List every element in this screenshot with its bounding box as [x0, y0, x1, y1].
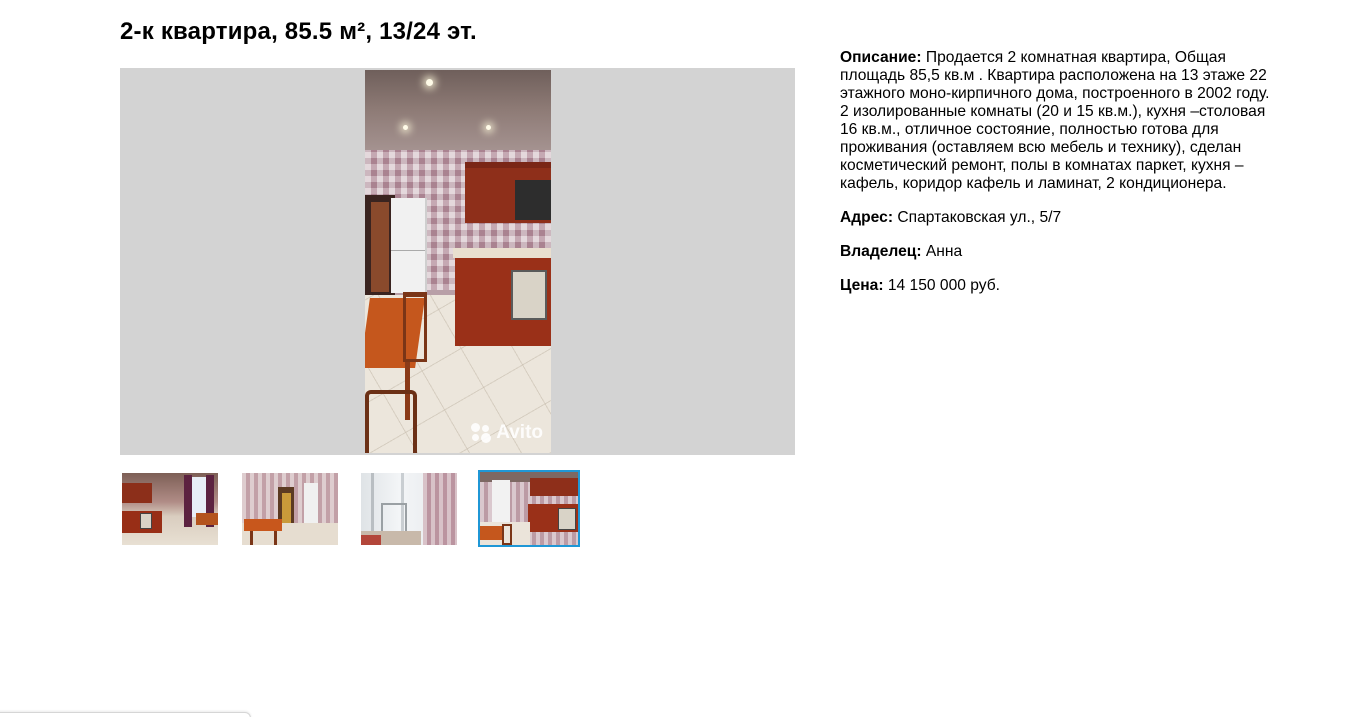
- photo-chair: [403, 292, 427, 362]
- address: Адрес: Спартаковская ул., 5/7: [840, 209, 1280, 227]
- price-label: Цена:: [840, 277, 884, 294]
- photo-hood: [515, 180, 551, 220]
- ceiling-lamp-icon: [403, 125, 408, 130]
- main-photo[interactable]: Avito: [365, 70, 551, 453]
- price-text: 14 150 000 руб.: [883, 277, 1000, 294]
- thumbnail-2[interactable]: [242, 473, 338, 545]
- listing-page: 2-к квартира, 85.5 м², 13/24 эт. Avito О…: [0, 0, 1372, 717]
- price: Цена: 14 150 000 руб.: [840, 277, 1280, 295]
- owner-label: Владелец:: [840, 243, 922, 260]
- photo-fridge-line: [391, 250, 425, 251]
- thumbnail-4-selected[interactable]: [478, 470, 580, 547]
- listing-details: Описание: Продается 2 комнатная квартира…: [840, 49, 1280, 311]
- ceiling-lamp-icon: [486, 125, 491, 130]
- main-photo-viewer[interactable]: Avito: [120, 68, 795, 455]
- description: Описание: Продается 2 комнатная квартира…: [840, 49, 1280, 193]
- watermark: Avito: [471, 422, 543, 444]
- thumbnail-3[interactable]: [361, 473, 457, 545]
- watermark-text: Avito: [496, 422, 543, 443]
- owner-text: Анна: [921, 243, 963, 260]
- photo-door: [371, 202, 389, 292]
- owner: Владелец: Анна: [840, 243, 1280, 261]
- bottom-panel-edge: [0, 712, 251, 717]
- ceiling-lamp-icon: [426, 79, 433, 86]
- address-label: Адрес:: [840, 209, 894, 226]
- photo-oven: [511, 270, 547, 320]
- avito-logo-icon: [471, 423, 492, 443]
- photo-chair: [365, 390, 417, 453]
- address-text: Спартаковская ул., 5/7: [893, 209, 1062, 226]
- listing-title: 2-к квартира, 85.5 м², 13/24 эт.: [120, 18, 477, 45]
- description-text: Продается 2 комнатная квартира, Общая пл…: [840, 49, 1270, 192]
- photo-counter: [453, 248, 551, 258]
- thumbnail-1[interactable]: [122, 473, 218, 545]
- photo-fridge: [391, 198, 427, 293]
- photo-ceiling: [365, 70, 551, 155]
- description-label: Описание:: [840, 49, 922, 66]
